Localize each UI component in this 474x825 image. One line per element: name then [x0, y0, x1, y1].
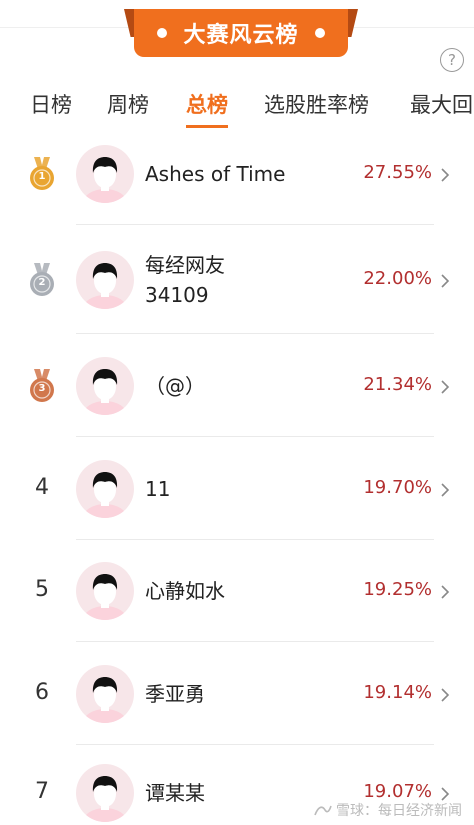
user-name-line: 每经网友 — [145, 252, 225, 277]
medal-rank-number: 2 — [38, 276, 46, 288]
return-rate: 27.55% — [363, 161, 432, 183]
user-name-line: （@） — [145, 373, 205, 398]
tab-win-rate-label: 选股胜率榜 — [264, 93, 369, 117]
tab-overall-label: 总榜 — [186, 93, 228, 117]
watermark-text: 雪球：每日经济新闻 — [336, 803, 462, 819]
tab-daily-label: 日榜 — [30, 93, 72, 117]
avatar[interactable] — [76, 764, 134, 822]
chevron-right-icon[interactable] — [438, 167, 452, 182]
banner-title: 大赛风云榜 — [183, 23, 299, 48]
user-name[interactable]: 心静如水 — [145, 576, 225, 606]
user-name[interactable]: 季亚勇 — [145, 679, 205, 709]
avatar[interactable] — [76, 250, 134, 309]
rank-number: 4 — [35, 474, 49, 500]
gold-medal-icon: 1 — [28, 156, 56, 191]
avatar[interactable] — [76, 459, 134, 518]
return-rate: 19.07% — [363, 781, 432, 802]
chevron-right-icon[interactable] — [438, 273, 452, 288]
help-icon[interactable]: ? — [440, 48, 464, 72]
bronze-medal-icon: 3 — [28, 368, 56, 403]
avatar[interactable] — [76, 562, 134, 620]
avatar[interactable] — [76, 144, 134, 203]
user-name[interactable]: 每经网友 34109 — [145, 250, 225, 310]
snowball-logo-icon — [314, 805, 332, 816]
avatar[interactable] — [76, 356, 134, 415]
medal-rank-number: 3 — [38, 382, 46, 394]
leaderboard-row[interactable]: 3 （@） 21.34% — [0, 334, 474, 437]
leaderboard-row[interactable]: 4 11 19.70% — [0, 437, 474, 540]
leaderboard-row[interactable]: 2 每经网友 34109 22.00% — [0, 225, 474, 334]
medal-rank-number: 1 — [38, 170, 46, 182]
user-name[interactable]: Ashes of Time — [145, 159, 285, 189]
chevron-right-icon[interactable] — [438, 584, 452, 599]
rank-number: 6 — [35, 679, 49, 705]
chevron-right-icon[interactable] — [438, 687, 452, 702]
user-name-line: 季亚勇 — [145, 681, 205, 706]
silver-medal-icon: 2 — [28, 262, 56, 297]
user-name[interactable]: 谭某某 — [145, 778, 205, 808]
user-name-line: 34109 — [145, 282, 209, 307]
user-name-line: Ashes of Time — [145, 161, 286, 186]
user-name[interactable]: 11 — [145, 474, 170, 504]
leaderboard-row[interactable]: 6 季亚勇 19.14% — [0, 642, 474, 745]
banner-dot-left — [157, 28, 168, 38]
chevron-right-icon[interactable] — [438, 786, 452, 801]
tab-max-drawdown-label: 最大回 — [410, 93, 473, 117]
leaderboard-banner: 大赛风云榜 — [124, 9, 358, 57]
leaderboard-row[interactable]: 5 心静如水 19.25% — [0, 540, 474, 642]
return-rate: 19.14% — [363, 681, 432, 703]
tab-weekly-label: 周榜 — [107, 93, 149, 117]
return-rate: 19.25% — [363, 579, 432, 600]
chevron-right-icon[interactable] — [438, 379, 452, 394]
rank-number: 5 — [35, 577, 49, 602]
return-rate: 21.34% — [363, 373, 432, 395]
user-name[interactable]: （@） — [145, 371, 205, 401]
banner-body: 大赛风云榜 — [134, 9, 348, 57]
user-name-line: 11 — [145, 476, 171, 501]
rank-number: 7 — [35, 779, 49, 804]
leaderboard-row[interactable]: 1 Ashes of Time 27.55% — [0, 122, 474, 225]
user-name-line: 心静如水 — [145, 579, 225, 603]
avatar[interactable] — [76, 664, 134, 723]
return-rate: 19.70% — [363, 476, 432, 498]
watermark: 雪球：每日经济新闻 — [314, 800, 462, 820]
return-rate: 22.00% — [363, 267, 432, 289]
banner-dot-right — [314, 28, 325, 38]
chevron-right-icon[interactable] — [438, 482, 452, 497]
user-name-line: 谭某某 — [145, 781, 205, 805]
